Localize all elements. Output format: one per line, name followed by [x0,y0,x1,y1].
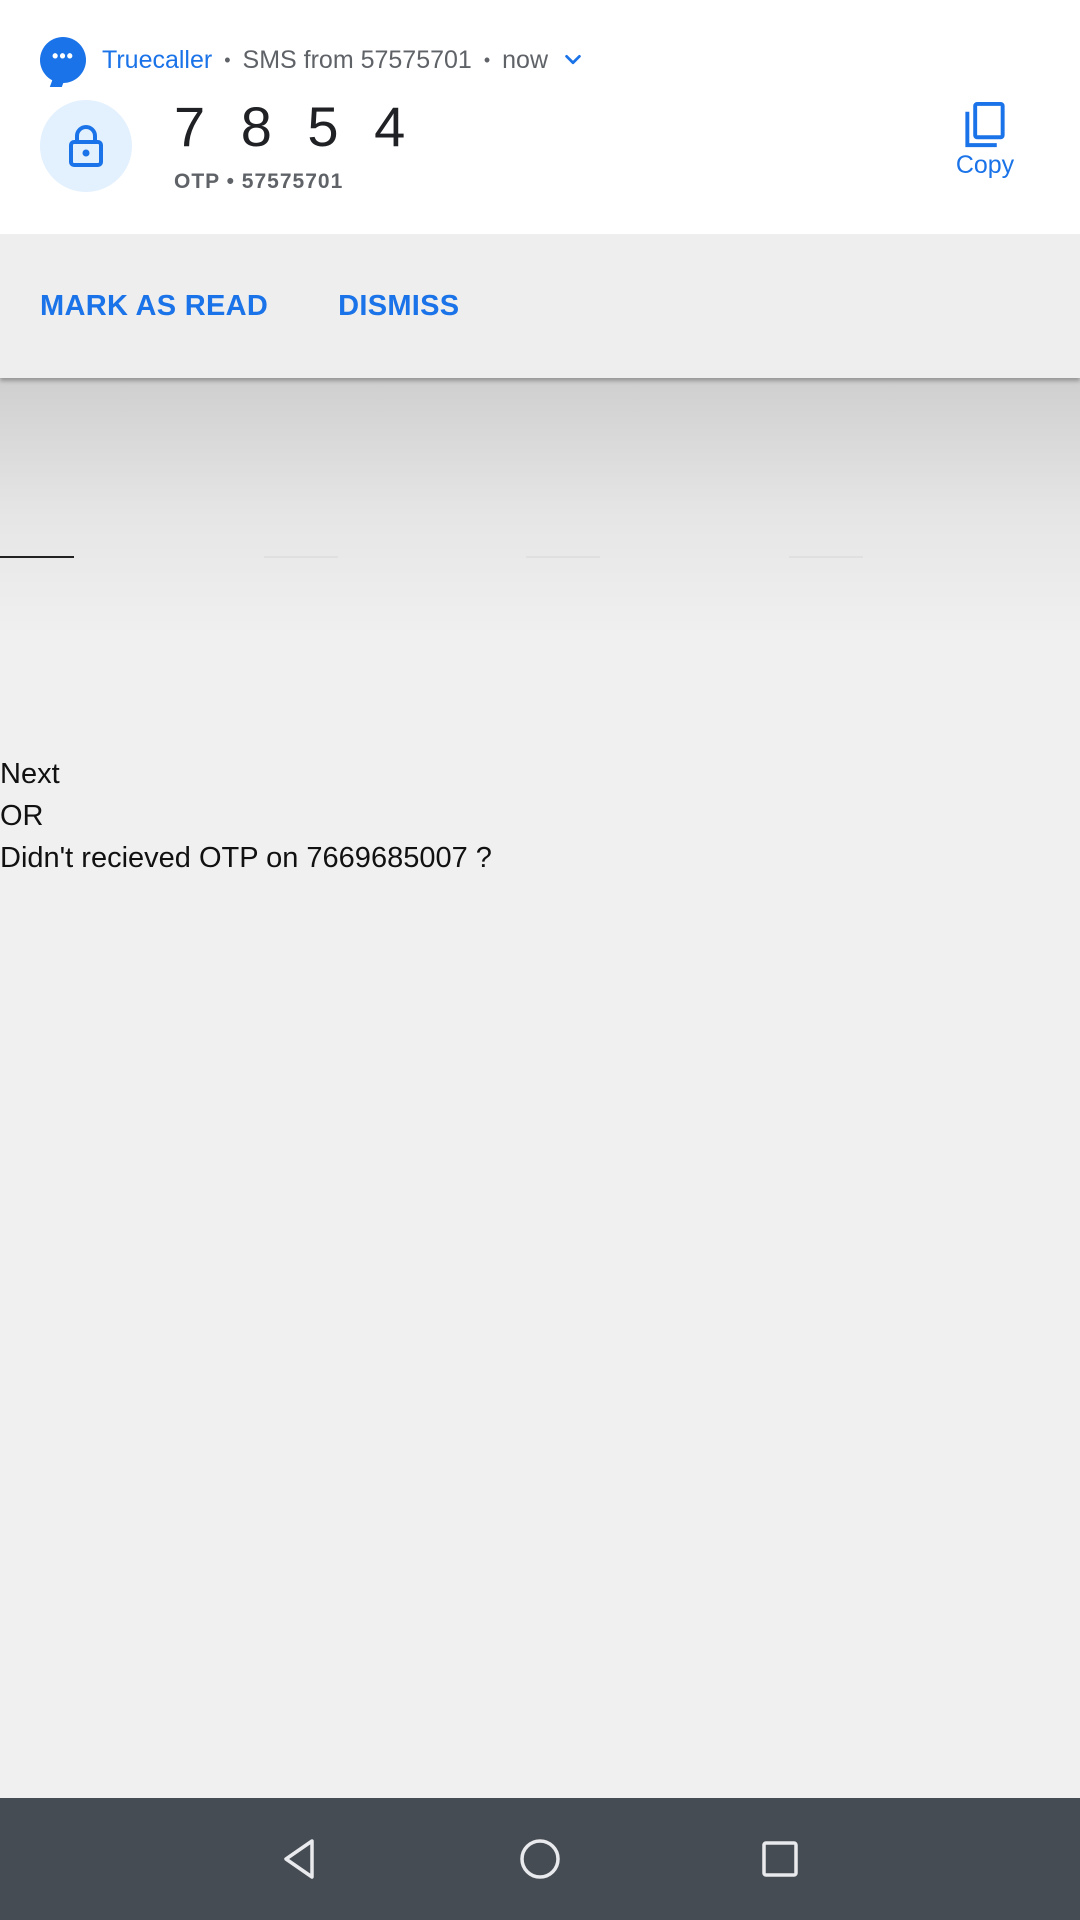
lock-icon-container [40,100,132,192]
resend-otp-link[interactable]: Didn't recieved OTP on 7669685007 ? [0,842,492,875]
dismiss-button[interactable]: DISMISS [338,290,459,323]
app-name: Truecaller [102,45,213,74]
copy-label: Copy [955,151,1015,179]
notification-source: SMS from 57575701 [242,45,472,74]
notification-actions: MARK AS READ DISMISS [0,234,1080,378]
otp-digit-field-4[interactable] [789,556,863,558]
lock-icon [69,125,103,167]
otp-digit-field-1[interactable] [0,556,74,558]
separator-dot: • [224,49,231,70]
copy-button[interactable]: Copy [930,100,1040,180]
home-circle-icon [520,1839,560,1879]
notification-time: now [502,45,549,74]
notification-body: 7 8 5 4 OTP • 57575701 Copy [40,95,1040,193]
back-button[interactable] [270,1829,330,1889]
otp-digit-field-2[interactable] [264,556,338,558]
system-navigation-bar [0,1798,1080,1920]
notification-card[interactable]: ••• Truecaller • SMS from 57575701 • now… [0,0,1080,378]
otp-screen: Next OR Didn't recieved OTP on 766968500… [0,378,1080,1798]
next-button[interactable]: Next [0,758,60,791]
home-button[interactable] [510,1829,570,1889]
otp-code: 7 8 5 4 [174,95,416,158]
mark-as-read-button[interactable]: MARK AS READ [40,290,268,323]
back-triangle-icon [284,1839,314,1879]
message-app-icon: ••• [40,37,86,83]
notification-header: ••• Truecaller • SMS from 57575701 • now [40,37,584,83]
recents-button[interactable] [750,1829,810,1889]
separator-dot: • [483,49,491,70]
or-divider-text: OR [0,800,44,832]
otp-digit-field-3[interactable] [526,556,600,558]
recents-square-icon [762,1841,798,1877]
copy-icon [965,101,1005,148]
chevron-down-icon[interactable] [562,49,584,71]
otp-subtitle: OTP • 57575701 [174,170,344,193]
